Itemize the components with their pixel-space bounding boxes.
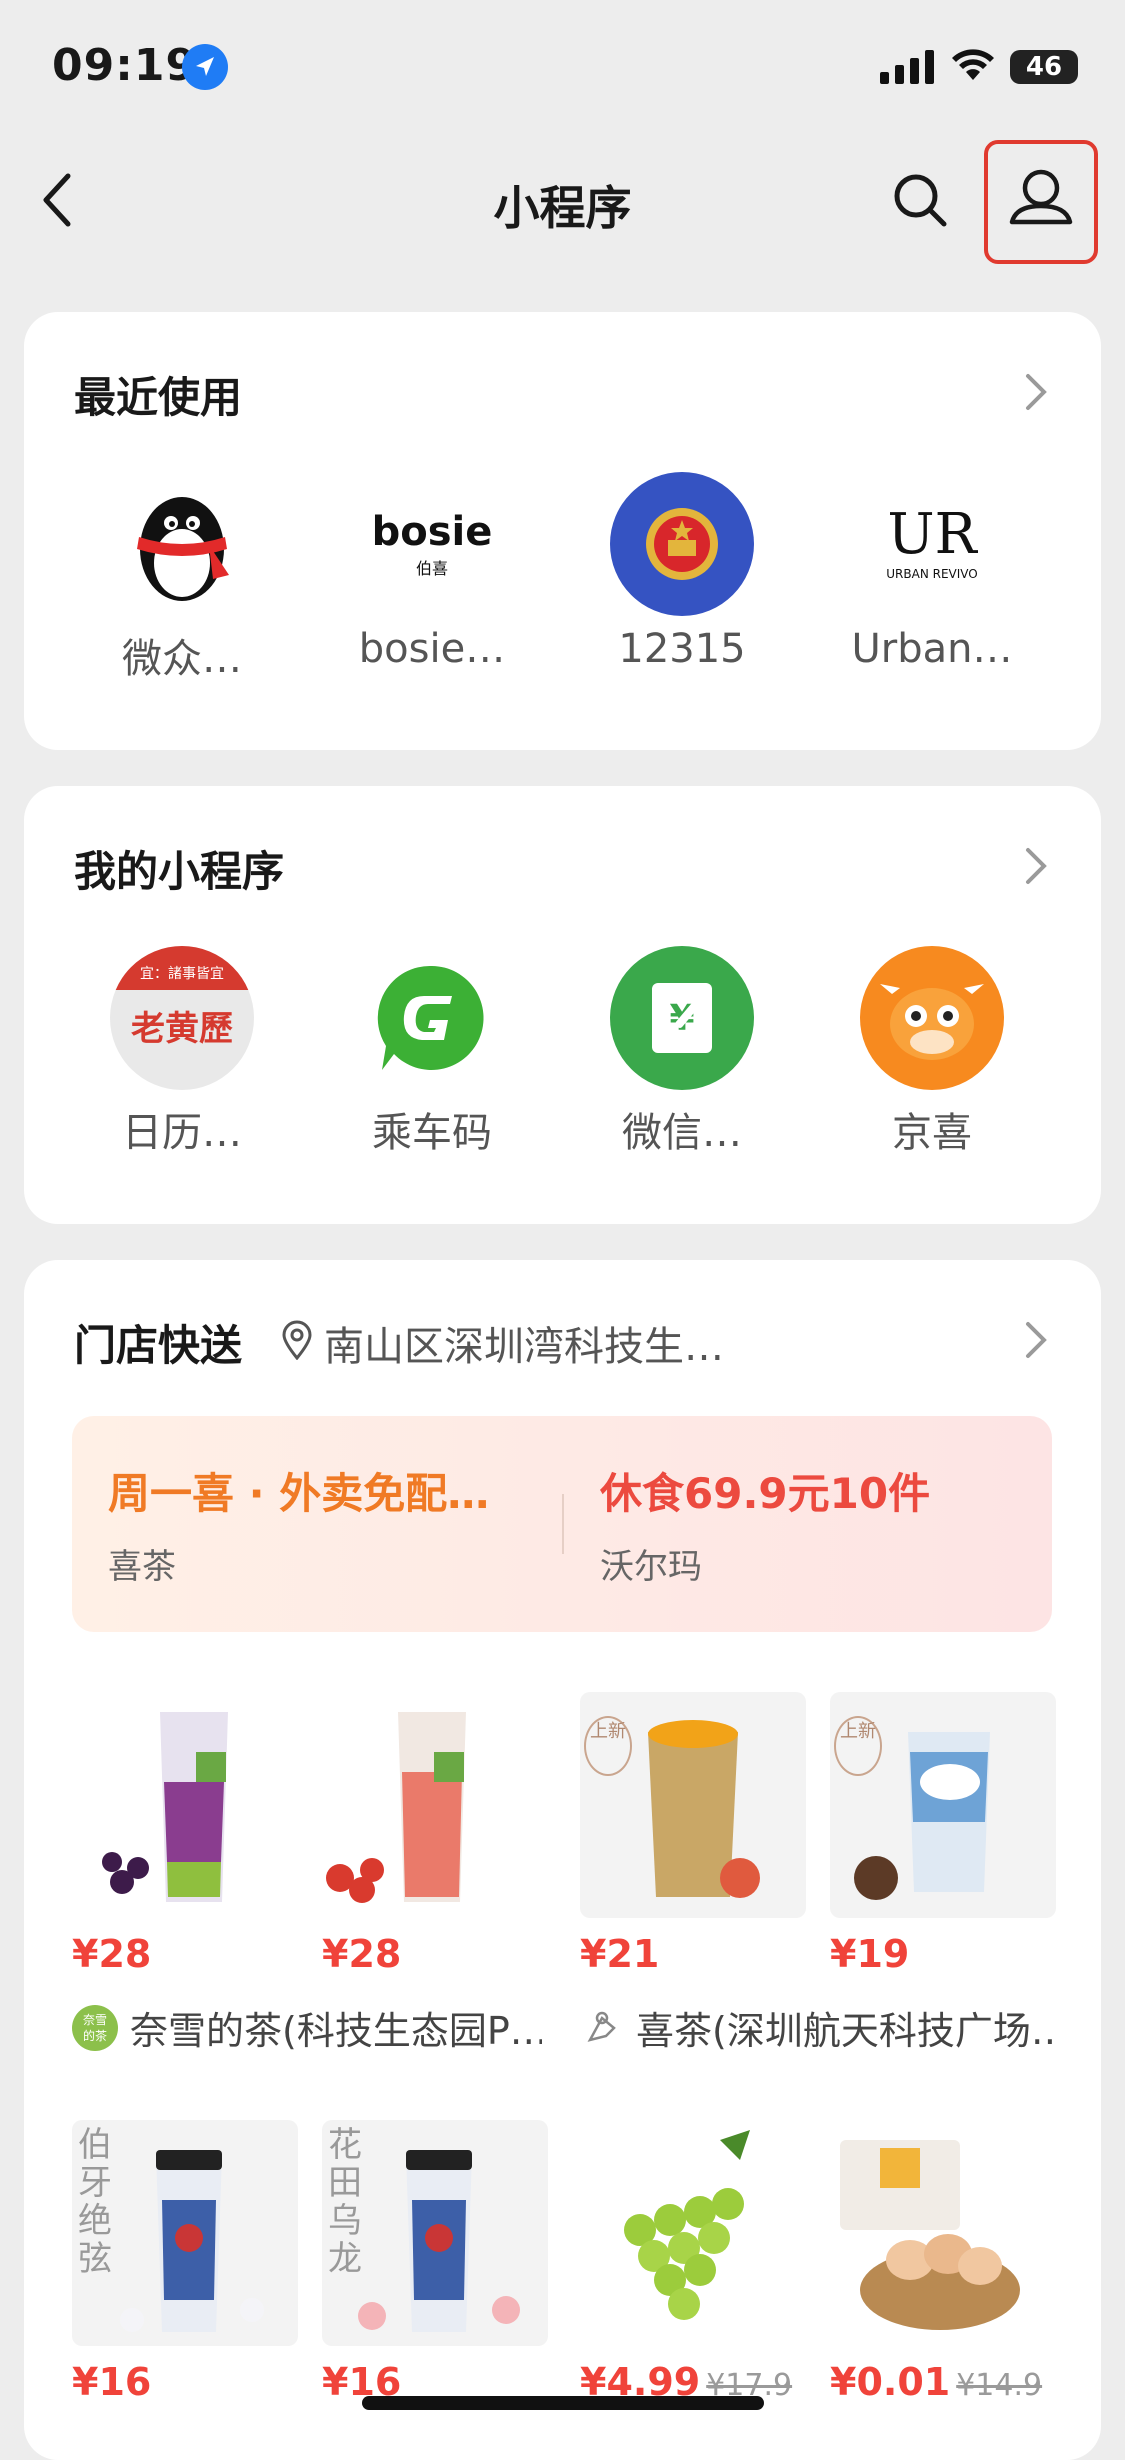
recent-app-label: bosie… xyxy=(358,626,506,672)
promo-1[interactable]: 休食69.9元10件 沃尔玛 xyxy=(600,1460,1020,1588)
recent-app-2[interactable]: 12315 xyxy=(582,472,782,672)
calendar-logo: 宜：諸事皆宜 老黄歷 xyxy=(110,946,254,1090)
recent-app-label: Urban… xyxy=(851,626,1013,672)
product-tag: 伯牙绝弦 xyxy=(78,2125,112,2279)
nayuki-logo: 奈雪的茶 xyxy=(72,2004,118,2051)
profile-button[interactable] xyxy=(984,140,1098,264)
store-link[interactable]: 奈雪的茶 奈雪的茶(科技生态园P… xyxy=(72,2000,542,2055)
bosie-logo-text: bosie xyxy=(371,509,493,555)
product-price: ¥16 xyxy=(72,2360,298,2404)
calendar-logo-text: 老黄歷 xyxy=(131,1008,233,1049)
my-app-label: 日历… xyxy=(122,1110,242,1156)
product-image xyxy=(72,1692,298,1918)
chevron-right-icon[interactable] xyxy=(1024,1320,1048,1360)
promo-title: 周一喜 · 外卖免配… xyxy=(108,1469,490,1518)
penguin-icon xyxy=(110,472,254,616)
bus-code-icon xyxy=(360,946,504,1090)
promo-store: 沃尔玛 xyxy=(600,1547,702,1587)
promo-title: 休食69.9元10件 xyxy=(600,1469,931,1518)
recent-app-3[interactable]: UR URBAN REVIVO Urban… xyxy=(832,472,1032,673)
recent-card: 最近使用 微众… bosie 伯喜 bosie… 12315 UR URBAN … xyxy=(24,312,1101,750)
my-app-1[interactable]: 乘车码 xyxy=(332,946,532,1158)
my-app-label: 乘车码 xyxy=(372,1110,492,1156)
chevron-right-icon[interactable] xyxy=(1024,372,1048,412)
delivery-title: 门店快送 xyxy=(74,1321,243,1370)
price-current: ¥0.01 xyxy=(830,2360,951,2404)
bosie-logo-sub: 伯喜 xyxy=(415,559,448,578)
my-apps-card: 我的小程序 宜：諸事皆宜 老黄歷 日历… 乘车码 ¥ 微信… xyxy=(24,786,1101,1224)
wechat-pay-icon: ¥ xyxy=(610,946,754,1090)
product-price: ¥21 xyxy=(580,1932,660,1976)
urban-revivo-logo-text: UR xyxy=(887,502,977,567)
store-link[interactable]: 喜茶(深圳航天科技广场… xyxy=(580,2000,1060,2055)
heytea-logo-icon xyxy=(587,2011,616,2042)
product-image xyxy=(580,2120,806,2346)
store-name: 喜茶(深圳航天科技广场… xyxy=(636,2009,1060,2053)
new-badge: 上新 xyxy=(584,1716,632,1776)
location-arrow-icon xyxy=(182,44,228,90)
price-current: ¥16 xyxy=(72,2360,152,2404)
cellular-signal-icon xyxy=(880,50,934,84)
store-name: 奈雪的茶(科技生态园P… xyxy=(130,2009,542,2053)
new-badge: 上新 xyxy=(834,1716,882,1776)
product-card[interactable]: 上新 ¥19 xyxy=(830,1692,1056,1976)
wifi-icon xyxy=(952,49,994,80)
product-tag: 花田乌龙 xyxy=(328,2125,362,2279)
delivery-location[interactable]: 南山区深圳湾科技生… xyxy=(324,1314,724,1372)
product-card[interactable]: ¥28 xyxy=(72,1692,298,1976)
search-icon[interactable] xyxy=(890,170,950,230)
chevron-right-icon[interactable] xyxy=(1024,846,1048,886)
product-card[interactable]: ¥4.99 ¥17.9 xyxy=(580,2120,806,2404)
person-icon xyxy=(1009,169,1073,225)
divider xyxy=(562,1494,564,1554)
urban-revivo-logo: UR URBAN REVIVO xyxy=(860,472,1004,616)
product-price: ¥0.01 ¥14.9 xyxy=(830,2360,1056,2404)
product-image: 上新 xyxy=(580,1692,806,1918)
home-indicator[interactable] xyxy=(362,2396,764,2410)
calendar-logo-top: 宜：諸事皆宜 xyxy=(140,965,224,982)
product-card[interactable]: ¥0.01 ¥14.9 xyxy=(830,2120,1056,2404)
product-price: ¥28 xyxy=(322,1932,402,1976)
price-original: ¥14.9 xyxy=(956,2368,1043,2403)
nayuki-logo-text: 奈雪的茶 xyxy=(82,2012,107,2043)
my-app-label: 京喜 xyxy=(892,1110,972,1156)
product-card[interactable]: 花田乌龙 ¥16 xyxy=(322,2120,548,2404)
product-image xyxy=(322,1692,548,1918)
my-app-label: 微信… xyxy=(622,1110,742,1156)
recent-app-1[interactable]: bosie 伯喜 bosie… xyxy=(332,472,532,672)
promo-banner: 周一喜 · 外卖免配… 喜茶 休食69.9元10件 沃尔玛 xyxy=(72,1416,1052,1632)
product-price: ¥28 xyxy=(72,1932,152,1976)
promo-0[interactable]: 周一喜 · 外卖免配… 喜茶 xyxy=(108,1460,538,1588)
my-app-0[interactable]: 宜：諸事皆宜 老黄歷 日历… xyxy=(82,946,282,1158)
urban-revivo-logo-sub: URBAN REVIVO xyxy=(886,567,978,581)
national-emblem-icon xyxy=(610,472,754,616)
promo-store: 喜茶 xyxy=(108,1547,176,1587)
jingxi-icon xyxy=(860,946,1004,1090)
product-card[interactable]: 上新 ¥21 xyxy=(580,1692,806,1976)
location-pin-icon xyxy=(282,1320,312,1360)
recent-app-0[interactable]: 微众… xyxy=(82,472,282,684)
bosie-logo: bosie 伯喜 xyxy=(360,472,504,616)
recent-app-label: 12315 xyxy=(618,626,746,672)
product-card[interactable]: ¥28 xyxy=(322,1692,548,1976)
recent-title: 最近使用 xyxy=(74,373,243,422)
battery-indicator: 46 xyxy=(1010,50,1078,84)
my-app-2[interactable]: ¥ 微信… xyxy=(582,946,782,1158)
product-image: 伯牙绝弦 xyxy=(72,2120,298,2346)
product-image xyxy=(830,2120,1056,2346)
status-time: 09:19 xyxy=(52,40,198,91)
product-price: ¥19 xyxy=(830,1932,910,1976)
my-app-3[interactable]: 京喜 xyxy=(832,946,1032,1158)
product-image: 上新 xyxy=(830,1692,1056,1918)
recent-app-label: 微众… xyxy=(122,636,242,682)
my-apps-title: 我的小程序 xyxy=(74,847,285,896)
product-image: 花田乌龙 xyxy=(322,2120,548,2346)
page-title: 小程序 xyxy=(493,181,632,235)
product-card[interactable]: 伯牙绝弦 ¥16 xyxy=(72,2120,298,2404)
